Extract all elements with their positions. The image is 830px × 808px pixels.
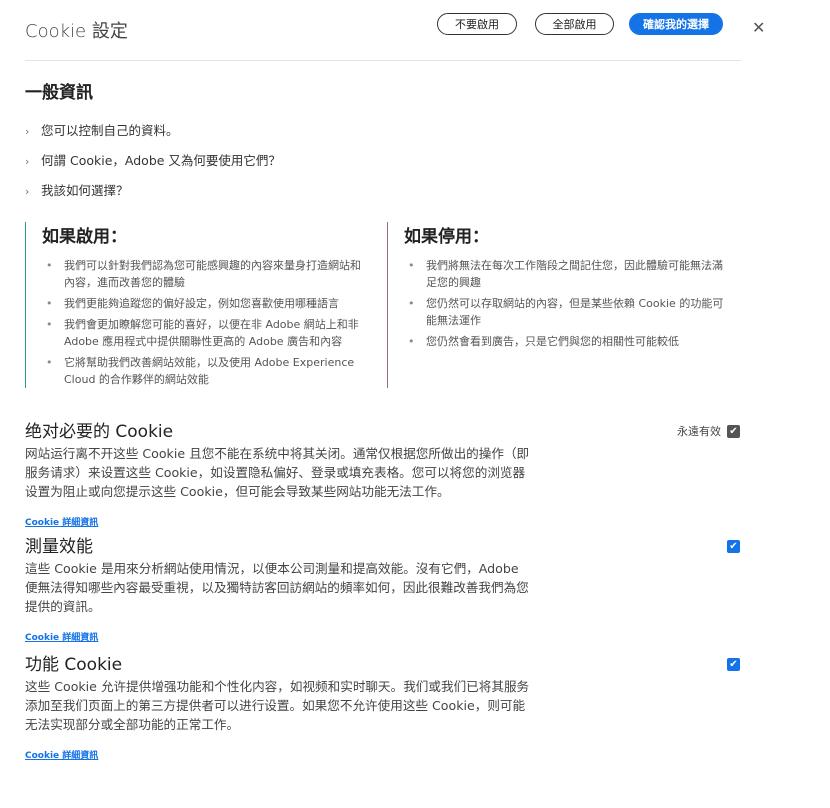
chevron-right-icon: › <box>25 155 30 168</box>
cookie-details-link[interactable]: Cookie 詳細資訊 <box>25 748 740 761</box>
cookie-section-functional: 功能 Cookie ✔ 这些 Cookie 允许提供增强功能和个性化内容，如视频… <box>25 650 740 761</box>
section-title: 測量效能 <box>25 537 93 557</box>
list-item: 我們將無法在每次工作階段之間記住您，因此體驗可能無法滿足您的興趣 <box>404 257 724 291</box>
chevron-right-icon: › <box>25 125 30 138</box>
list-item: 您仍然可以存取網站的內容，但是某些依賴 Cookie 的功能可能無法運作 <box>404 295 724 329</box>
accordion-item[interactable]: › 我該如何選擇？ <box>25 180 129 199</box>
if-enabled-panel: 如果啟用： 我們可以針對我們認為您可能感興趣的內容來量身打造網站和內容，進而改善… <box>25 222 362 388</box>
if-enabled-heading: 如果啟用： <box>42 227 127 247</box>
cookie-details-link[interactable]: Cookie 詳細資訊 <box>25 630 740 643</box>
functional-checkbox[interactable]: ✔ <box>727 658 740 671</box>
list-item: 它將幫助我們改善網站效能，以及使用 Adobe Experience Cloud… <box>42 354 362 388</box>
dialog-title: Cookie 設定 <box>25 21 128 42</box>
always-active-label: 永遠有效 <box>677 425 721 438</box>
cookie-section-necessary: 绝对必要的 Cookie 永遠有效 ✔ 网站运行离不开这些 Cookie 且您不… <box>25 417 740 528</box>
accordion-item[interactable]: › 您可以控制自己的資料。 <box>25 120 179 139</box>
chevron-right-icon: › <box>25 185 30 198</box>
cookie-details-link[interactable]: Cookie 詳細資訊 <box>25 515 740 528</box>
list-item: 我們會更加瞭解您可能的喜好，以便在非 Adobe 網站上和非 Adobe 應用程… <box>42 316 362 350</box>
accordion-item[interactable]: › 何謂 Cookie，Adobe 又為何要使用它們？ <box>25 150 281 169</box>
accordion-label: 何謂 Cookie，Adobe 又為何要使用它們？ <box>41 153 281 168</box>
if-disabled-heading: 如果停用： <box>404 227 489 247</box>
performance-checkbox[interactable]: ✔ <box>727 540 740 553</box>
accept-all-button[interactable]: 全部啟用 <box>535 13 614 35</box>
confirm-choices-button[interactable]: 確認我的選擇 <box>629 13 723 35</box>
close-icon[interactable]: ✕ <box>752 18 765 37</box>
section-title: 绝对必要的 Cookie <box>25 422 174 442</box>
list-item: 我們更能夠追蹤您的偏好設定，例如您喜歡使用哪種語言 <box>42 295 362 312</box>
accordion-label: 您可以控制自己的資料。 <box>41 123 179 138</box>
section-description: 這些 Cookie 是用來分析網站使用情況，以便本公司測量和提高效能。沒有它們，… <box>25 561 529 614</box>
divider <box>25 60 741 61</box>
section-description: 网站运行离不开这些 Cookie 且您不能在系统中将其关闭。通常仅根据您所做出的… <box>25 446 530 499</box>
if-disabled-panel: 如果停用： 我們將無法在每次工作階段之間記住您，因此體驗可能無法滿足您的興趣 您… <box>387 222 724 388</box>
section-description: 这些 Cookie 允许提供增强功能和个性化内容，如视频和实时聊天。我们或我们已… <box>25 679 530 732</box>
cookie-section-performance: 測量效能 ✔ 這些 Cookie 是用來分析網站使用情況，以便本公司測量和提高效… <box>25 532 740 643</box>
list-item: 我們可以針對我們認為您可能感興趣的內容來量身打造網站和內容，進而改善您的體驗 <box>42 257 362 291</box>
accordion-label: 我該如何選擇？ <box>41 183 129 198</box>
reject-all-button[interactable]: 不要啟用 <box>437 13 517 35</box>
list-item: 您仍然會看到廣告，只是它們與您的相關性可能較低 <box>404 333 724 350</box>
checkbox-checked-icon: ✔ <box>727 425 740 438</box>
general-info-heading: 一般資訊 <box>25 83 93 103</box>
section-title: 功能 Cookie <box>25 655 123 675</box>
